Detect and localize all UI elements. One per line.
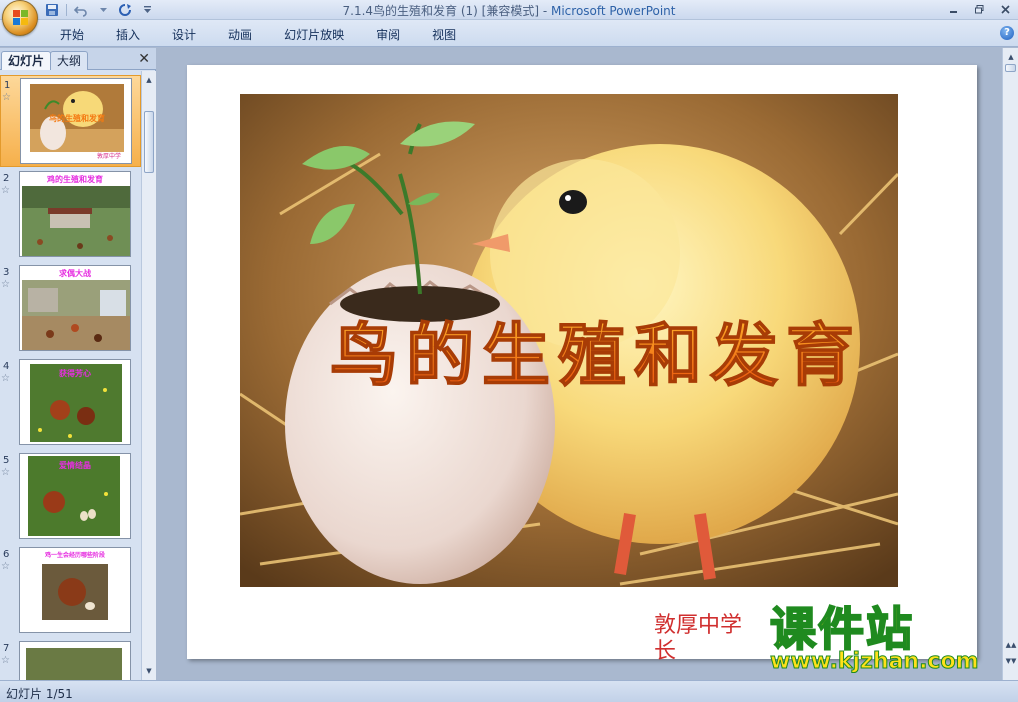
slide-canvas[interactable]: 鸟的生殖和发育 敦厚中学 长	[187, 65, 977, 664]
thumbnail-scrollbar[interactable]: ▲ ▼	[141, 71, 156, 680]
tab-slideshow[interactable]: 幻灯片放映	[268, 26, 360, 44]
thumbnail-image: 鸡的生殖和发育	[19, 171, 131, 257]
slide-number: 1	[4, 80, 11, 91]
tab-outline[interactable]: 大纲	[50, 51, 89, 70]
tab-home[interactable]: 开始	[44, 26, 100, 44]
thumbnail-list: 1 ☆ 鸟的生殖和发育 敦厚中学 2 ☆ 鸡的生殖和发育 3 ☆ 求偶大战 4 …	[0, 71, 141, 680]
next-slide-icon[interactable]: ▼▼	[1004, 654, 1018, 668]
tab-design[interactable]: 设计	[156, 26, 212, 44]
slide-thumbnail[interactable]: 1 ☆ 鸟的生殖和发育 敦厚中学	[0, 75, 141, 167]
svg-text:鸟的生殖和发育: 鸟的生殖和发育	[49, 113, 105, 123]
previous-slide-icon[interactable]: ▲▲	[1004, 638, 1018, 652]
animation-star-icon: ☆	[2, 92, 11, 103]
slide-scrollbar[interactable]: ▲ ▲▲ ▼▼	[1002, 48, 1018, 680]
slide-thumbnail[interactable]: 4 ☆ 获得芳心	[0, 357, 141, 449]
animation-star-icon: ☆	[1, 467, 10, 478]
scrollbar-thumb[interactable]	[1005, 64, 1016, 72]
animation-star-icon: ☆	[1, 373, 10, 384]
animation-star-icon: ☆	[1, 279, 10, 290]
office-button[interactable]	[2, 0, 38, 36]
slide-thumbnail[interactable]: 2 ☆ 鸡的生殖和发育	[0, 169, 141, 261]
pane-tab-strip: 幻灯片 大纲 ✕	[0, 48, 156, 70]
slide-counter: 幻灯片 1/51	[6, 687, 73, 701]
tab-slides[interactable]: 幻灯片	[1, 51, 52, 70]
slide-thumbnail[interactable]: 5 ☆ 爱情结晶	[0, 451, 141, 543]
scroll-up-icon[interactable]: ▲	[1004, 50, 1018, 64]
watermark-logo: 课件站 www.kjzhan.com	[769, 602, 1002, 677]
scrollbar-thumb[interactable]	[144, 111, 154, 173]
thumbnail-image: 求偶大战	[19, 265, 131, 351]
tab-animations[interactable]: 动画	[212, 26, 268, 44]
animation-star-icon: ☆	[1, 655, 10, 666]
thumbnail-subtitle: 敦厚中学	[96, 153, 121, 160]
close-button[interactable]	[992, 0, 1018, 18]
slide-number: 2	[3, 173, 10, 184]
scroll-down-icon[interactable]: ▼	[142, 664, 156, 678]
slide-subtitle[interactable]: 敦厚中学 长	[654, 613, 764, 665]
slide-title[interactable]: 鸟的生殖和发育	[320, 284, 880, 414]
thumbnail-image: 获得芳心	[19, 359, 131, 445]
thumbnail-image: 鸟的生殖和发育 敦厚中学	[20, 78, 132, 164]
slide-thumbnail[interactable]: 3 ☆ 求偶大战	[0, 263, 141, 355]
tab-insert[interactable]: 插入	[100, 26, 156, 44]
status-bar: 幻灯片 1/51	[0, 680, 1018, 702]
minimize-button[interactable]	[940, 0, 966, 18]
close-icon[interactable]: ✕	[138, 51, 150, 67]
slide-photo-chick[interactable]: 鸟的生殖和发育	[240, 94, 898, 587]
slide-number: 6	[3, 549, 10, 560]
thumbnail-caption: 求偶大战	[59, 269, 91, 278]
tab-view[interactable]: 视图	[416, 26, 472, 44]
watermark-main: 课件站	[769, 602, 914, 656]
slide-thumbnail[interactable]: 6 ☆ 鸡一生会经历哪些阶段	[0, 545, 141, 637]
thumbnail-caption: 获得芳心	[59, 369, 91, 378]
thumbnail-caption: 鸡一生会经历哪些阶段	[44, 552, 105, 559]
office-logo-icon	[13, 10, 29, 26]
slide-title-text: 鸟的生殖和发育	[330, 317, 862, 396]
watermark-url: www.kjzhan.com	[770, 649, 980, 675]
scroll-up-icon[interactable]: ▲	[142, 73, 156, 87]
slide-number: 4	[3, 361, 10, 372]
ribbon-tabs: 开始 插入 设计 动画 幻灯片放映 审阅 视图	[44, 26, 472, 44]
thumbnail-image: 鸡一生会经历哪些阶段	[19, 547, 131, 633]
slide-number: 7	[3, 643, 10, 654]
slides-pane: 幻灯片 大纲 ✕ 1 ☆ 鸟的生殖和发育 敦厚中学 2 ☆ 鸡的生殖和发育 3 …	[0, 48, 156, 680]
thumbnail-image: 爱情结晶	[19, 453, 131, 539]
slide-editing-area: 鸟的生殖和发育 敦厚中学 长	[157, 48, 1002, 680]
tab-review[interactable]: 审阅	[360, 26, 416, 44]
slide-thumbnail[interactable]: 7 ☆	[0, 639, 141, 680]
help-icon[interactable]: ?	[1000, 26, 1014, 40]
app-name: Microsoft PowerPoint	[550, 4, 676, 18]
restore-button[interactable]	[966, 0, 992, 18]
thumbnail-caption: 爱情结晶	[59, 461, 91, 470]
document-title: 7.1.4鸟的生殖和发育 (1) [兼容模式] -	[342, 4, 551, 18]
title-bar: 7.1.4鸟的生殖和发育 (1) [兼容模式] - Microsoft Powe…	[0, 0, 1018, 20]
window-controls	[940, 0, 1018, 20]
slide-number: 5	[3, 455, 10, 466]
thumbnail-image	[19, 641, 131, 680]
thumbnail-caption: 鸡的生殖和发育	[47, 175, 103, 184]
window-title: 7.1.4鸟的生殖和发育 (1) [兼容模式] - Microsoft Powe…	[0, 2, 1018, 19]
animation-star-icon: ☆	[1, 561, 10, 572]
animation-star-icon: ☆	[1, 185, 10, 196]
slide-number: 3	[3, 267, 10, 278]
ribbon: 开始 插入 设计 动画 幻灯片放映 审阅 视图 ?	[0, 20, 1018, 47]
